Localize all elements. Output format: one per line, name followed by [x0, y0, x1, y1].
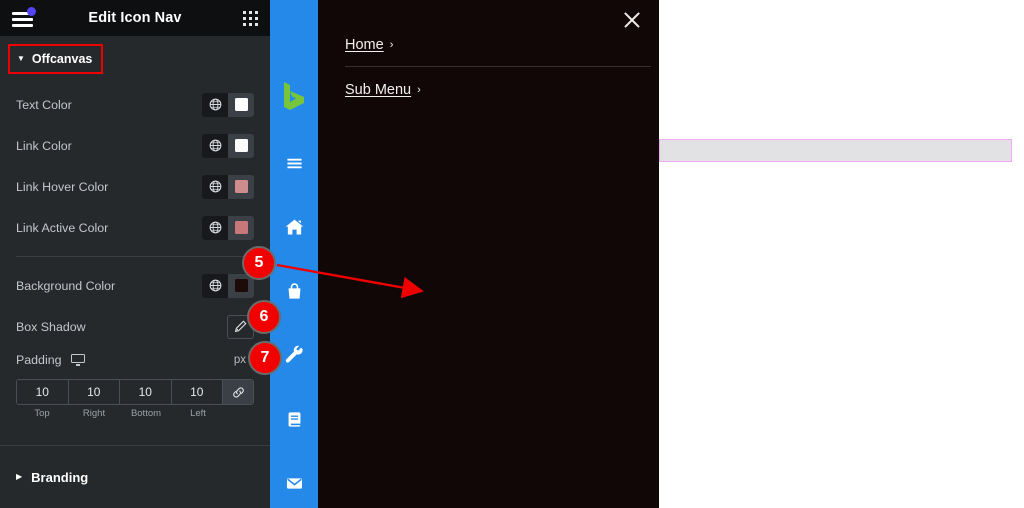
chevron-right-icon: ›: [389, 38, 394, 51]
color-control[interactable]: [202, 273, 254, 298]
padding-label-right: Right: [82, 408, 106, 419]
controls-list: Text Color Link Color Link Hover Color L…: [0, 84, 270, 419]
offcanvas-preview: Home › Sub Menu ›: [318, 0, 659, 508]
padding-right-input[interactable]: 10: [68, 380, 120, 404]
padding-label-bottom: Bottom: [130, 408, 162, 419]
section-label: Offcanvas: [31, 52, 93, 66]
hamburger-bar: [12, 24, 33, 27]
grid-apps-icon[interactable]: [243, 11, 258, 26]
caret-right-icon: ▶: [16, 472, 23, 481]
padding-bottom-input[interactable]: 10: [120, 380, 172, 404]
control-label: Padding: [16, 353, 62, 367]
color-swatch-button[interactable]: [228, 175, 254, 199]
padding-top-input[interactable]: 10: [17, 380, 69, 404]
annotation-badge-7: 7: [248, 341, 282, 375]
color-control[interactable]: [202, 133, 254, 158]
control-label: Link Hover Color: [16, 179, 109, 194]
control-label: Background Color: [16, 278, 116, 293]
hamburger-icon[interactable]: [8, 7, 38, 29]
color-swatch: [234, 221, 248, 234]
highlighted-content-block[interactable]: [659, 139, 1012, 162]
control-label: Box Shadow: [16, 319, 86, 334]
editor-panel: Edit Icon Nav ▼ Offcanvas Text Color Lin…: [0, 0, 270, 508]
color-swatch-button[interactable]: [228, 93, 254, 117]
padding-label-left: Left: [190, 408, 206, 419]
offcanvas-menu: Home › Sub Menu ›: [345, 30, 651, 104]
nav-item-wrench[interactable]: [281, 342, 307, 368]
globe-icon[interactable]: [202, 174, 228, 199]
offcanvas-menu-item-sub-menu[interactable]: Sub Menu ›: [345, 75, 651, 104]
padding-label-top: Top: [34, 408, 50, 419]
color-swatch-button[interactable]: [228, 134, 254, 158]
control-row-link-color: Link Color: [0, 125, 270, 166]
control-row-link-hover-color: Link Hover Color: [0, 166, 270, 207]
nav-item-hamburger-menu[interactable]: [281, 150, 307, 176]
editor-header: Edit Icon Nav: [0, 0, 270, 36]
color-swatch: [234, 139, 248, 152]
control-row-background-color: Background Color: [0, 265, 270, 306]
nav-item-book[interactable]: [281, 406, 307, 432]
link-chain-icon[interactable]: [223, 380, 253, 404]
notification-dot-icon: [27, 7, 36, 16]
annotation-badge-6: 6: [247, 300, 281, 334]
globe-icon[interactable]: [202, 133, 228, 158]
offcanvas-menu-item-home[interactable]: Home ›: [345, 30, 651, 59]
nav-item-shopping-bag[interactable]: [281, 278, 307, 304]
page-title: Edit Icon Nav: [88, 10, 182, 26]
color-control[interactable]: [202, 92, 254, 117]
menu-link-label: Sub Menu: [345, 81, 412, 98]
close-x-icon[interactable]: [621, 9, 643, 31]
padding-side-labels: Top Right Bottom Left: [16, 408, 254, 419]
nav-item-envelope[interactable]: [281, 470, 307, 496]
caret-down-icon: ▼: [17, 54, 25, 63]
color-control[interactable]: [202, 215, 254, 240]
hamburger-bar: [12, 18, 33, 21]
color-swatch-button[interactable]: [228, 216, 254, 240]
color-swatch: [234, 279, 248, 292]
padding-left-input[interactable]: 10: [171, 380, 223, 404]
globe-icon[interactable]: [202, 215, 228, 240]
divider: [16, 256, 254, 257]
section-header-offcanvas[interactable]: ▼ Offcanvas: [8, 44, 103, 74]
control-label: Text Color: [16, 97, 72, 112]
menu-link-label: Home: [345, 36, 384, 53]
annotation-badge-5: 5: [242, 246, 276, 280]
branding-section: ▶ Branding: [0, 445, 270, 508]
globe-icon[interactable]: [202, 273, 228, 298]
control-label: Link Color: [16, 138, 72, 153]
color-swatch: [234, 98, 248, 111]
nav-item-home[interactable]: [281, 214, 307, 240]
color-control[interactable]: [202, 174, 254, 199]
section-header-branding[interactable]: ▶ Branding: [0, 446, 270, 508]
brand-logo-icon[interactable]: [280, 80, 308, 112]
padding-inputs: 10 10 10 10: [16, 379, 254, 405]
globe-icon[interactable]: [202, 92, 228, 117]
divider: [345, 66, 651, 67]
padding-header: Padding px ▾: [0, 347, 270, 373]
color-swatch: [234, 180, 248, 193]
control-row-text-color: Text Color: [0, 84, 270, 125]
chevron-right-icon: ›: [417, 83, 421, 96]
screenshot-root: Edit Icon Nav ▼ Offcanvas Text Color Lin…: [0, 0, 1024, 508]
page-content-area: [659, 0, 1024, 508]
control-row-box-shadow: Box Shadow: [0, 306, 270, 347]
icon-nav-sidebar: [270, 0, 318, 508]
control-row-link-active-color: Link Active Color: [0, 207, 270, 248]
desktop-monitor-icon[interactable]: [71, 354, 86, 366]
padding-unit-label: px: [233, 354, 246, 366]
section-label: Branding: [31, 469, 89, 485]
control-label: Link Active Color: [16, 220, 109, 235]
